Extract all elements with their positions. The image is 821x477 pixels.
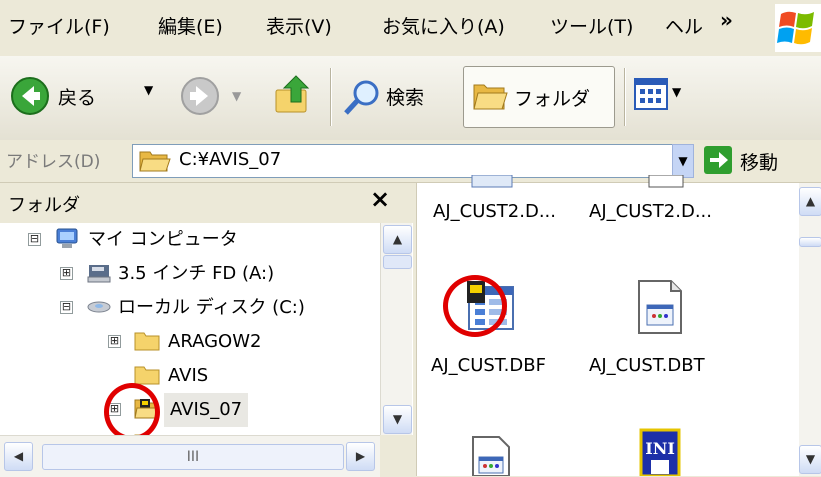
scroll-thumb[interactable]	[383, 255, 412, 269]
folders-pane-title: フォルダ	[8, 195, 80, 216]
tree-item-label: AVIS	[168, 365, 209, 386]
drive-icon	[87, 301, 111, 313]
back-label: 戻る	[58, 87, 97, 109]
forward-arrow-icon	[181, 77, 219, 115]
search-button[interactable]: 検索	[342, 70, 454, 126]
up-folder-button[interactable]	[272, 72, 322, 122]
tree-item-avis-07[interactable]: ⊞ AVIS_07	[0, 393, 380, 427]
folders-label: フォルダ	[514, 88, 591, 110]
menu-tools[interactable]: ツール(T)	[550, 12, 633, 42]
expand-icon[interactable]: ⊞	[108, 335, 121, 348]
menu-view[interactable]: 表示(V)	[266, 12, 332, 42]
tree-item-my-computer[interactable]: ⊟ マイ コンピュータ	[0, 223, 380, 257]
folder-tree: ⊟ マイ コンピュータ ⊞ 3.5 インチ FD (A:) ⊟ ローカル ディス…	[0, 223, 380, 435]
tree-item-avis-main[interactable]: AVIS_MAIN	[0, 427, 380, 435]
folder-open-icon	[134, 399, 160, 419]
back-button[interactable]: 戻る ▼	[10, 70, 170, 126]
collapse-icon[interactable]: ⊟	[28, 233, 41, 246]
svg-text:INI: INI	[645, 439, 675, 458]
database-icon[interactable]	[465, 279, 517, 333]
folders-icon	[473, 84, 508, 110]
windows-logo-icon	[775, 4, 821, 52]
folders-toggle-button[interactable]: フォルダ	[463, 66, 615, 128]
go-label: 移動	[740, 152, 779, 174]
tree-item-label: 3.5 インチ FD (A:)	[118, 263, 275, 284]
tree-item-label: マイ コンピュータ	[88, 229, 238, 250]
views-dropdown-icon[interactable]: ▼	[672, 85, 681, 99]
tree-item-label-selected: AVIS_07	[164, 393, 249, 427]
folders-pane-header: フォルダ ×	[0, 183, 413, 223]
scrollbar-corner	[380, 435, 413, 476]
toolbar-separator	[330, 68, 331, 126]
tree-vertical-scrollbar[interactable]: ▲ ▼	[380, 223, 412, 435]
folder-icon	[134, 366, 160, 385]
tree-item-label: ローカル ディスク (C:)	[118, 297, 305, 318]
file-label[interactable]: AJ_CUST.DBT	[589, 355, 705, 376]
address-value: C:¥AVIS_07	[179, 149, 282, 170]
file-label[interactable]: AJ_CUST2.D...	[589, 201, 712, 222]
scroll-down-icon[interactable]: ▼	[799, 445, 821, 474]
menu-edit[interactable]: 編集(E)	[158, 12, 223, 42]
file-label[interactable]: AJ_CUST.DBF	[431, 355, 546, 376]
file-icon[interactable]	[469, 175, 515, 189]
search-magnifier-icon	[344, 80, 379, 115]
go-arrow-icon	[704, 146, 732, 174]
toolbar: 戻る ▼ ▼ 検索 フォルダ ▼	[0, 56, 821, 141]
close-icon[interactable]: ×	[370, 185, 390, 213]
folder-open-icon	[139, 151, 171, 172]
text-file-icon[interactable]	[471, 435, 511, 476]
toolbar-separator	[624, 68, 625, 126]
tree-horizontal-scrollbar[interactable]: ◀ III ▶	[0, 435, 380, 477]
text-file-icon[interactable]	[635, 279, 685, 335]
views-button[interactable]: ▼	[634, 78, 698, 118]
address-label: アドレス(D)	[6, 152, 101, 172]
go-button[interactable]: 移動	[700, 144, 821, 178]
scroll-up-icon[interactable]: ▲	[383, 225, 412, 254]
menu-overflow-chevron[interactable]: »	[720, 8, 733, 32]
forward-dropdown-icon[interactable]: ▼	[232, 89, 241, 103]
file-list-pane: AJ_CUST2.D... AJ_CUST2.D... AJ_CUST.DBF …	[416, 175, 821, 476]
scroll-left-icon[interactable]: ◀	[4, 442, 33, 471]
search-label: 検索	[386, 87, 425, 109]
address-bar: アドレス(D) C:¥AVIS_07 ▼ 移動	[0, 140, 821, 183]
tree-item-floppy[interactable]: ⊞ 3.5 インチ FD (A:)	[0, 257, 380, 291]
address-dropdown-icon[interactable]: ▼	[672, 144, 694, 178]
up-folder-icon	[275, 75, 310, 113]
back-dropdown-icon[interactable]: ▼	[144, 83, 153, 97]
file-label[interactable]: AJ_CUST2.D...	[433, 201, 556, 222]
floppy-icon	[87, 265, 111, 283]
folders-pane: フォルダ × ⊟ マイ コンピュータ ⊞ 3.5 インチ FD (A:) ⊟ ロ…	[0, 183, 413, 477]
forward-button[interactable]: ▼	[180, 76, 250, 120]
collapse-icon[interactable]: ⊟	[60, 301, 73, 314]
folder-icon	[134, 332, 160, 351]
tree-item-avis[interactable]: AVIS	[0, 359, 380, 393]
back-arrow-icon	[11, 77, 49, 115]
computer-icon	[56, 228, 78, 248]
scroll-up-icon[interactable]: ▲	[799, 187, 821, 216]
scroll-down-icon[interactable]: ▼	[383, 405, 412, 434]
scroll-thumb[interactable]	[799, 237, 821, 247]
scroll-right-icon[interactable]: ▶	[346, 442, 375, 471]
tree-item-label: ARAGOW2	[168, 331, 262, 352]
menu-file[interactable]: ファイル(F)	[8, 12, 110, 42]
menu-help[interactable]: ヘル	[665, 12, 703, 42]
scroll-thumb[interactable]: III	[42, 444, 344, 470]
ini-file-icon[interactable]: INI	[639, 428, 681, 476]
file-icon[interactable]	[643, 175, 689, 189]
views-grid-icon	[634, 78, 668, 110]
address-input[interactable]: C:¥AVIS_07 ▼	[132, 144, 694, 178]
expand-icon[interactable]: ⊞	[108, 403, 121, 416]
menu-favorites[interactable]: お気に入り(A)	[382, 12, 505, 42]
tree-item-local-disk[interactable]: ⊟ ローカル ディスク (C:)	[0, 291, 380, 325]
expand-icon[interactable]: ⊞	[60, 267, 73, 280]
tree-item-label: AVIS_MAIN	[168, 427, 264, 435]
menu-bar: ファイル(F) 編集(E) 表示(V) お気に入り(A) ツール(T) ヘル »	[0, 0, 821, 57]
tree-item-aragow2[interactable]: ⊞ ARAGOW2	[0, 325, 380, 359]
file-list-vertical-scrollbar[interactable]: ▲ ▼	[799, 183, 821, 476]
